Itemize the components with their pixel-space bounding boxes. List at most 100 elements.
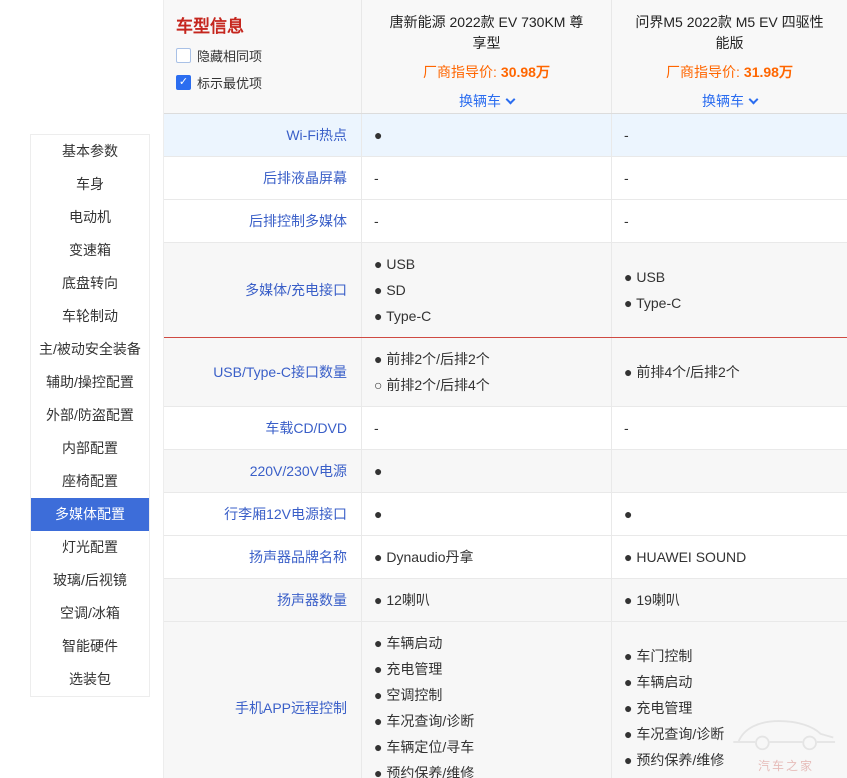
table-row: 车载CD/DVD--: [164, 407, 847, 450]
compare-table: 车型信息 隐藏相同项 ✓ 标示最优项 唐新能源 2022款 EV 730KM 尊…: [163, 0, 847, 778]
config-cell-car2: -: [611, 407, 847, 449]
table-row: 后排控制多媒体--: [164, 200, 847, 243]
config-value-line: ● SD: [374, 277, 607, 303]
row-label-link[interactable]: 220V/230V电源: [164, 450, 361, 492]
sidebar: 基本参数车身电动机变速箱底盘转向车轮制动主/被动安全装备辅助/操控配置外部/防盗…: [30, 134, 150, 697]
config-value-line: ● Type-C: [374, 303, 607, 329]
sidebar-item-0[interactable]: 基本参数: [31, 135, 149, 168]
config-value-line: ● 预约保养/维修: [624, 747, 843, 773]
config-value-line: ●: [374, 458, 607, 484]
mark-best-label: 标示最优项: [197, 73, 262, 92]
table-row: 扬声器品牌名称● Dynaudio丹拿● HUAWEI SOUND: [164, 536, 847, 579]
config-value-line: ● 车辆启动: [374, 630, 607, 656]
sidebar-item-2[interactable]: 电动机: [31, 201, 149, 234]
config-value-line: ● 充电管理: [374, 656, 607, 682]
config-value-line: ● 车辆定位/寻车: [374, 734, 607, 760]
config-value-line: ● 车辆启动: [624, 669, 843, 695]
sidebar-item-8[interactable]: 外部/防盗配置: [31, 399, 149, 432]
config-value-line: ● 前排4个/后排2个: [624, 359, 843, 385]
page-title: 车型信息: [176, 12, 361, 37]
sidebar-item-12[interactable]: 灯光配置: [31, 531, 149, 564]
sidebar-item-10[interactable]: 座椅配置: [31, 465, 149, 498]
config-value-line: ● 车况查询/诊断: [374, 708, 607, 734]
config-cell-car1: ● 前排2个/后排2个○ 前排2个/后排4个: [361, 338, 611, 406]
config-value-line: -: [624, 165, 843, 191]
sidebar-item-14[interactable]: 空调/冰箱: [31, 597, 149, 630]
config-value-line: ● USB: [374, 251, 607, 277]
row-label-link[interactable]: 后排控制多媒体: [164, 200, 361, 242]
price-label: 厂商指导价:: [423, 64, 497, 80]
sidebar-item-6[interactable]: 主/被动安全装备: [31, 333, 149, 366]
sidebar-item-5[interactable]: 车轮制动: [31, 300, 149, 333]
sidebar-item-11[interactable]: 多媒体配置: [31, 498, 149, 531]
config-cell-car1: ●: [361, 450, 611, 492]
price-value: 31.98万: [744, 64, 793, 80]
config-value-line: -: [374, 208, 607, 234]
sidebar-item-16[interactable]: 选装包: [31, 663, 149, 696]
table-row: 手机APP远程控制● 车辆启动● 充电管理● 空调控制● 车况查询/诊断● 车辆…: [164, 622, 847, 778]
row-label-link[interactable]: 行李厢12V电源接口: [164, 493, 361, 535]
config-cell-car2: ● USB● Type-C: [611, 243, 847, 337]
car-header-2: 问界M5 2022款 M5 EV 四驱性能版 厂商指导价:31.98万 换辆车: [611, 0, 847, 113]
price-value: 30.98万: [501, 64, 550, 80]
config-cell-car2: ● HUAWEI SOUND: [611, 536, 847, 578]
config-value-line: ● 车况查询/诊断: [624, 721, 843, 747]
car-2-name[interactable]: 问界M5 2022款 M5 EV 四驱性能版: [634, 12, 825, 54]
row-label-link[interactable]: USB/Type-C接口数量: [164, 338, 361, 406]
sidebar-item-7[interactable]: 辅助/操控配置: [31, 366, 149, 399]
config-value-line: -: [624, 415, 843, 441]
config-cell-car1: ●: [361, 114, 611, 156]
config-cell-car1: ● USB● SD● Type-C: [361, 243, 611, 337]
sidebar-item-15[interactable]: 智能硬件: [31, 630, 149, 663]
config-cell-car1: ● 12喇叭: [361, 579, 611, 621]
table-header: 车型信息 隐藏相同项 ✓ 标示最优项 唐新能源 2022款 EV 730KM 尊…: [164, 0, 847, 114]
model-info-cell: 车型信息 隐藏相同项 ✓ 标示最优项: [164, 0, 361, 113]
mark-best-checkbox[interactable]: ✓ 标示最优项: [176, 73, 361, 92]
car-1-name[interactable]: 唐新能源 2022款 EV 730KM 尊享型: [384, 12, 589, 54]
sidebar-item-3[interactable]: 变速箱: [31, 234, 149, 267]
config-cell-car2: -: [611, 200, 847, 242]
sidebar-item-1[interactable]: 车身: [31, 168, 149, 201]
checkbox-checked-icon[interactable]: ✓: [176, 75, 191, 90]
config-cell-car2: ●: [611, 493, 847, 535]
change-car-link-1[interactable]: 换辆车: [459, 91, 514, 111]
row-label-link[interactable]: 车载CD/DVD: [164, 407, 361, 449]
row-label-link[interactable]: 多媒体/充电接口: [164, 243, 361, 337]
chevron-down-icon: [506, 95, 516, 105]
sidebar-item-13[interactable]: 玻璃/后视镜: [31, 564, 149, 597]
config-value-line: ● USB: [624, 264, 843, 290]
config-value-line: ● 19喇叭: [624, 587, 843, 613]
config-cell-car2: ● 车门控制● 车辆启动● 充电管理● 车况查询/诊断● 预约保养/维修: [611, 622, 847, 778]
config-value-line: -: [624, 122, 843, 148]
hide-same-checkbox[interactable]: 隐藏相同项: [176, 46, 361, 65]
sidebar-item-4[interactable]: 底盘转向: [31, 267, 149, 300]
config-cell-car1: -: [361, 157, 611, 199]
config-cell-car2: ● 19喇叭: [611, 579, 847, 621]
hide-same-label: 隐藏相同项: [197, 46, 262, 65]
config-cell-car2: [611, 450, 847, 492]
config-cell-car2: -: [611, 157, 847, 199]
change-car-link-2[interactable]: 换辆车: [702, 91, 757, 111]
config-value-line: -: [374, 415, 607, 441]
config-cell-car2: -: [611, 114, 847, 156]
row-label-link[interactable]: 扬声器数量: [164, 579, 361, 621]
row-label-link[interactable]: 后排液晶屏幕: [164, 157, 361, 199]
row-label-link[interactable]: Wi-Fi热点: [164, 114, 361, 156]
config-value-line: ● 充电管理: [624, 695, 843, 721]
config-cell-car1: -: [361, 200, 611, 242]
table-row: 行李厢12V电源接口 ●●: [164, 493, 847, 536]
sidebar-item-9[interactable]: 内部配置: [31, 432, 149, 465]
table-row: Wi-Fi热点 ●-: [164, 114, 847, 157]
config-table-body: Wi-Fi热点●-后排液晶屏幕--后排控制多媒体--多媒体/充电接口● USB●…: [164, 114, 847, 778]
row-label-link[interactable]: 扬声器品牌名称: [164, 536, 361, 578]
config-value-line: ● 空调控制: [374, 682, 607, 708]
config-value-line: ● 12喇叭: [374, 587, 607, 613]
checkbox-unchecked-icon[interactable]: [176, 48, 191, 63]
config-value-line: ●: [374, 501, 607, 527]
table-row: 后排液晶屏幕--: [164, 157, 847, 200]
car-header-1: 唐新能源 2022款 EV 730KM 尊享型 厂商指导价:30.98万 换辆车: [361, 0, 611, 113]
config-value-line: ● Type-C: [624, 290, 843, 316]
row-label-link[interactable]: 手机APP远程控制: [164, 622, 361, 778]
config-value-line: ●: [374, 122, 607, 148]
config-value-line: ○ 前排2个/后排4个: [374, 372, 607, 398]
